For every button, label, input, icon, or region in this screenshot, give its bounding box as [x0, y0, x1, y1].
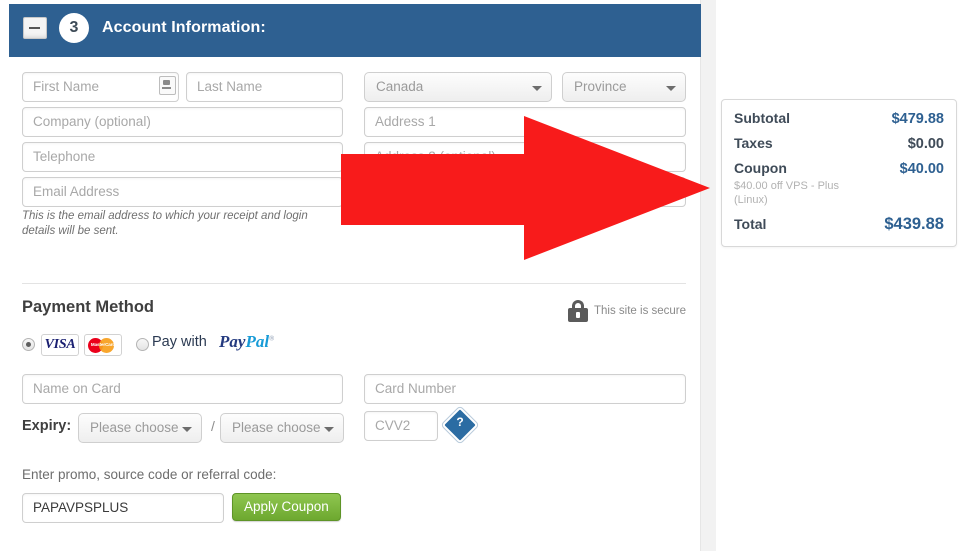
- step-badge: 3: [59, 13, 89, 43]
- summary-row-total: Total $439.88: [734, 215, 944, 234]
- chevron-down-icon: [666, 86, 676, 91]
- email-input[interactable]: Email Address: [22, 177, 343, 207]
- minus-icon[interactable]: [23, 17, 47, 39]
- chevron-down-icon: [324, 427, 334, 432]
- secure-badge: This site is secure: [568, 300, 686, 322]
- promo-code-input[interactable]: PAPAVPSPLUS: [22, 493, 224, 523]
- question-mark-icon[interactable]: ?: [441, 406, 479, 444]
- paypal-logo: PayPal®: [219, 332, 275, 351]
- checkout-page: 3 Account Information: First Name Last N…: [0, 0, 965, 551]
- card-number-input[interactable]: Card Number: [364, 374, 686, 404]
- expiry-year-value: Please choose: [232, 420, 321, 435]
- name-on-card-input[interactable]: Name on Card: [22, 374, 343, 404]
- header-underline: [9, 52, 701, 57]
- summary-row-coupon: Coupon $40.00: [734, 160, 944, 177]
- account-information-card: 3 Account Information: First Name Last N…: [0, 0, 716, 551]
- page-title: Account Information:: [102, 19, 266, 36]
- summary-row-subtotal: Subtotal $479.88: [734, 110, 944, 127]
- radio-credit-card[interactable]: [22, 338, 35, 351]
- summary-label: Coupon: [734, 160, 787, 176]
- section-divider: [22, 283, 686, 284]
- secure-text: This site is secure: [594, 305, 687, 317]
- summary-value: $0.00: [907, 136, 944, 152]
- expiry-year-select[interactable]: Please choose: [220, 413, 344, 443]
- address1-input[interactable]: Address 1: [364, 107, 686, 137]
- expiry-separator: /: [211, 418, 215, 434]
- expiry-label: Expiry:: [22, 418, 72, 434]
- company-input[interactable]: Company (optional): [22, 107, 343, 137]
- expiry-month-select[interactable]: Please choose: [78, 413, 202, 443]
- promo-label: Enter promo, source code or referral cod…: [22, 467, 277, 482]
- first-name-autofill-icon[interactable]: [159, 76, 176, 95]
- summary-value: $479.88: [891, 111, 944, 127]
- order-summary-panel: Subtotal $479.88 Taxes $0.00 Coupon $40.…: [721, 99, 957, 247]
- radio-paypal[interactable]: [136, 338, 149, 351]
- summary-label: Total: [734, 216, 767, 232]
- email-help-text: This is the email address to which your …: [22, 210, 308, 237]
- card-inner: 3 Account Information: First Name Last N…: [0, 0, 701, 551]
- last-name-input[interactable]: Last Name: [186, 72, 343, 102]
- chevron-down-icon: [532, 86, 542, 91]
- address2-input[interactable]: Address 2 (optional): [364, 142, 686, 172]
- payment-method-title: Payment Method: [22, 298, 155, 316]
- chevron-down-icon: [182, 427, 192, 432]
- summary-value: $40.00: [899, 161, 944, 177]
- lock-icon: [568, 300, 588, 322]
- mastercard-icon: MasterCard: [84, 334, 122, 356]
- paypal-label: Pay with: [152, 334, 207, 350]
- province-select[interactable]: Province: [562, 72, 686, 102]
- expiry-month-value: Please choose: [90, 420, 179, 435]
- card-right-edge: [700, 0, 716, 551]
- first-name-input[interactable]: First Name: [22, 72, 179, 102]
- telephone-input[interactable]: Telephone: [22, 142, 343, 172]
- apply-coupon-button[interactable]: Apply Coupon: [232, 493, 341, 521]
- province-select-value: Province: [574, 79, 627, 94]
- visa-icon: VISA: [41, 334, 79, 356]
- summary-row-taxes: Taxes $0.00: [734, 135, 944, 152]
- cvv2-input[interactable]: CVV2: [364, 411, 438, 441]
- summary-value: $439.88: [884, 215, 944, 233]
- coupon-description: $40.00 off VPS - Plus (Linux): [734, 180, 839, 206]
- summary-label: Taxes: [734, 135, 773, 151]
- country-select-value: Canada: [376, 79, 424, 94]
- country-select[interactable]: Canada: [364, 72, 552, 102]
- summary-label: Subtotal: [734, 110, 790, 126]
- city-input[interactable]: [364, 177, 686, 207]
- section-header[interactable]: 3 Account Information:: [9, 4, 701, 52]
